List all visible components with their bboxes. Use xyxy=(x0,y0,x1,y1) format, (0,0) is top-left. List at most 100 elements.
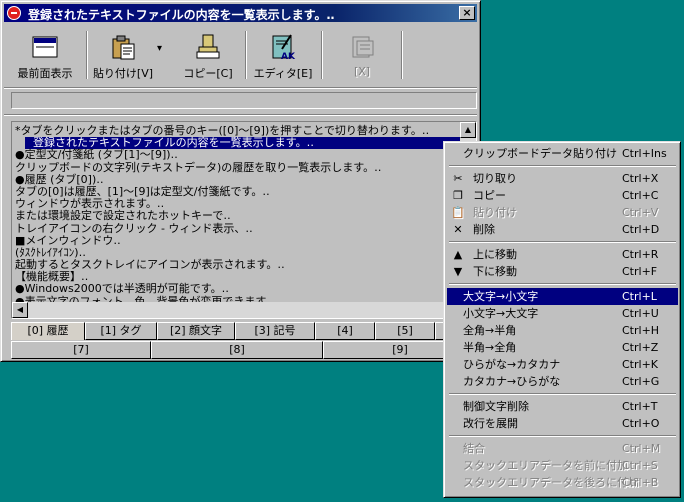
tab-3[interactable]: [3] 記号 xyxy=(235,322,315,340)
menu-item-shortcut: Ctrl+H xyxy=(622,324,660,337)
menu-item[interactable]: 制御文字削除 Ctrl+T xyxy=(447,398,678,415)
menu-item[interactable]: 全角→半角 Ctrl+H xyxy=(447,322,678,339)
context-menu: クリップボードデータ貼り付け Ctrl+Ins ✂ 切り取り Ctrl+X ❐ コピー Ctr… xyxy=(443,141,681,498)
menu-item-label: 削除 xyxy=(473,223,495,236)
scissors-icon: ✂ xyxy=(453,172,463,185)
tab-0[interactable]: [0] 履歴 xyxy=(11,322,85,340)
menu-item-shortcut: Ctrl+X xyxy=(622,172,659,185)
tab-7[interactable]: [7] xyxy=(11,341,151,359)
menu-item-label: 大文字→小文字 xyxy=(463,290,539,303)
menu-item[interactable]: 結合 Ctrl+M xyxy=(447,440,678,457)
stack-area-field[interactable] xyxy=(11,92,477,109)
menu-item-label: 全角→半角 xyxy=(463,324,517,337)
menu-item[interactable]: クリップボードデータ貼り付け Ctrl+Ins xyxy=(447,145,678,162)
topmost-button[interactable]: 最前面表示 xyxy=(9,27,81,83)
text-line[interactable]: ●定型文/付箋紙 (タブ[1]～[9])‥ xyxy=(15,149,461,161)
delete-label: [X] xyxy=(353,65,371,78)
menu-item-label: スタックエリアデータを前に付加 xyxy=(463,459,628,472)
menu-item-label: 切り取り xyxy=(473,172,517,185)
copy-button[interactable]: コピー[C] xyxy=(173,27,243,83)
title-bar[interactable]: 登録されたテキストファイルの内容を一覧表示します。‥ × xyxy=(4,4,477,22)
paste-button[interactable]: 貼り付け[V] xyxy=(91,27,155,83)
menu-item[interactable]: 改行を展開 Ctrl+O xyxy=(447,415,678,432)
text-lines: *タブをクリックまたはタブの番号のキー([0]～[9])を押すことで切り替わりま… xyxy=(15,124,461,308)
menu-item[interactable]: ✂ 切り取り Ctrl+X xyxy=(447,170,678,187)
toolbar-separator xyxy=(401,31,403,79)
toolbar: 最前面表示 貼り付け[V] ▾ コピー[C] AK エディタ[E] [X] xyxy=(9,27,475,83)
menu-item[interactable]: スタックエリアデータを後ろに付加 Ctrl+B xyxy=(447,474,678,491)
scroll-left-button[interactable]: ◀ xyxy=(12,302,28,318)
menu-item[interactable]: ひらがな→カタカナ Ctrl+K xyxy=(447,356,678,373)
menu-item[interactable]: ❐ コピー Ctrl+C xyxy=(447,187,678,204)
menu-item-shortcut: Ctrl+U xyxy=(622,307,659,320)
tab-1[interactable]: [1] タグ xyxy=(85,322,157,340)
menu-item[interactable]: 📋 貼り付け Ctrl+V xyxy=(447,204,678,221)
tab-8[interactable]: [8] xyxy=(151,341,323,359)
menu-item[interactable]: ▼ 下に移動 Ctrl+F xyxy=(447,263,678,280)
editor-icon: AK xyxy=(272,34,296,61)
text-line[interactable]: または環境設定で設定されたホットキーで‥ xyxy=(15,210,461,222)
menu-item-shortcut: Ctrl+O xyxy=(622,417,660,430)
menu-item-label: 上に移動 xyxy=(473,248,517,261)
menu-item[interactable]: 半角→全角 Ctrl+Z xyxy=(447,339,678,356)
menu-item-label: スタックエリアデータを後ろに付加 xyxy=(463,476,639,489)
editor-button[interactable]: AK エディタ[E] xyxy=(249,27,317,83)
menu-item-shortcut: Ctrl+R xyxy=(622,248,659,261)
menu-separator xyxy=(449,241,676,243)
horizontal-scrollbar[interactable]: ◀ xyxy=(12,302,460,318)
text-line[interactable]: ●Windows2000では半透明が可能です。‥ xyxy=(15,283,461,295)
tab-4[interactable]: [4] xyxy=(315,322,375,340)
menu-item-shortcut: Ctrl+M xyxy=(622,442,661,455)
menu-item-label: 制御文字削除 xyxy=(463,400,529,413)
divider xyxy=(4,87,477,89)
app-icon[interactable] xyxy=(7,6,21,20)
menu-item-shortcut: Ctrl+Ins xyxy=(622,147,667,160)
svg-text:AK: AK xyxy=(281,52,296,61)
delete-button[interactable]: [X] xyxy=(327,27,397,83)
menu-item-shortcut: Ctrl+F xyxy=(622,265,658,278)
menu-item-shortcut: Ctrl+S xyxy=(622,459,658,472)
up-arrow-icon: ▲ xyxy=(453,248,463,261)
menu-item-label: クリップボードデータ貼り付け xyxy=(463,147,617,160)
tab-2[interactable]: [2] 顔文字 xyxy=(157,322,235,340)
menu-separator xyxy=(449,435,676,437)
down-arrow-icon: ▼ xyxy=(453,265,463,278)
menu-separator xyxy=(449,393,676,395)
toolbar-separator xyxy=(321,31,323,79)
menu-item[interactable]: カタカナ→ひらがな Ctrl+G xyxy=(447,373,678,390)
menu-item[interactable]: 小文字→大文字 Ctrl+U xyxy=(447,305,678,322)
menu-item[interactable]: ▲ 上に移動 Ctrl+R xyxy=(447,246,678,263)
text-list[interactable]: *タブをクリックまたはタブの番号のキー([0]～[9])を押すことで切り替わりま… xyxy=(11,121,477,319)
menu-item[interactable]: スタックエリアデータを前に付加 Ctrl+S xyxy=(447,457,678,474)
menu-item-shortcut: Ctrl+K xyxy=(622,358,659,371)
window-icon xyxy=(32,36,58,58)
paste-dropdown-button[interactable]: ▾ xyxy=(155,27,169,83)
copy-stamp-icon xyxy=(196,34,220,59)
paste-icon xyxy=(112,35,135,60)
text-line[interactable]: クリップボードの文字列(テキストデータ)の履歴を取り一覧表示します。‥ xyxy=(15,161,461,174)
tab-5[interactable]: [5] xyxy=(375,322,435,340)
delete-x-icon: ✕ xyxy=(453,223,463,236)
tab-row-1: [0] 履歴[1] タグ[2] 顔文字[3] 記号[4][5][6] xyxy=(11,322,477,340)
close-button[interactable]: × xyxy=(459,6,475,20)
menu-item-shortcut: Ctrl+V xyxy=(622,206,659,219)
menu-item-shortcut: Ctrl+G xyxy=(622,375,660,388)
menu-item-label: 下に移動 xyxy=(473,265,517,278)
menu-item-label: 改行を展開 xyxy=(463,417,518,430)
topmost-label: 最前面表示 xyxy=(17,67,73,80)
menu-item[interactable]: ✕ 削除 Ctrl+D xyxy=(447,221,678,238)
menu-item-shortcut: Ctrl+Z xyxy=(622,341,659,354)
menu-item-label: 半角→全角 xyxy=(463,341,517,354)
text-line[interactable]: トレイアイコンの右クリック - ウィンド表示、‥ xyxy=(15,222,461,235)
scroll-up-button[interactable]: ▲ xyxy=(460,122,476,138)
editor-label: エディタ[E] xyxy=(253,67,313,80)
menu-item-label: 小文字→大文字 xyxy=(463,307,539,320)
toolbar-separator xyxy=(86,31,88,79)
chevron-down-icon: ▾ xyxy=(157,43,163,54)
menu-item-label: コピー xyxy=(473,189,506,202)
menu-item-label: 結合 xyxy=(463,442,485,455)
menu-item[interactable]: 大文字→小文字 Ctrl+L xyxy=(447,288,678,305)
tab-row-2: [7] [8] [9] xyxy=(11,341,477,359)
divider xyxy=(4,114,477,116)
menu-separator xyxy=(449,165,676,167)
